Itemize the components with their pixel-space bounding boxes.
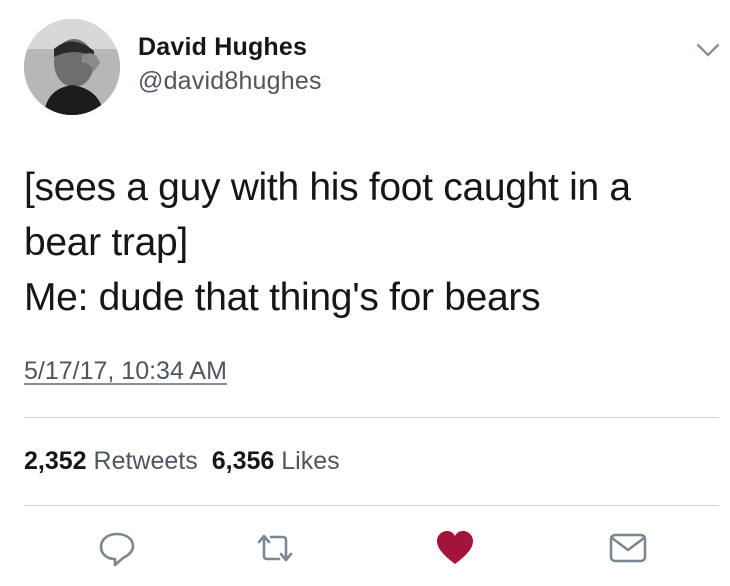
tweet-stats: 2,352 Retweets 6,356 Likes [24, 447, 340, 476]
reply-icon [99, 532, 135, 567]
direct-message-button[interactable] [606, 528, 650, 568]
user-handle[interactable]: @david8hughes [138, 67, 322, 96]
like-button[interactable] [433, 528, 477, 568]
likes-stat[interactable]: 6,356 Likes [212, 447, 340, 475]
avatar-photo [24, 19, 120, 115]
retweets-count: 2,352 [24, 447, 87, 475]
divider [24, 417, 719, 418]
tweet-timestamp[interactable]: 5/17/17, 10:34 AM [24, 357, 227, 386]
tweet-text: [sees a guy with his foot caught in a be… [24, 160, 704, 325]
avatar[interactable] [24, 19, 120, 115]
likes-count: 6,356 [211, 447, 275, 475]
reply-button[interactable] [95, 528, 139, 568]
chevron-down-icon[interactable] [695, 40, 721, 60]
likes-label: Likes [281, 447, 340, 475]
retweet-icon [257, 534, 293, 562]
divider [24, 505, 719, 506]
retweet-button[interactable] [253, 528, 297, 568]
tweet-card: David Hughes @david8hughes [sees a guy w… [0, 0, 730, 586]
heart-icon [437, 531, 473, 564]
retweets-stat[interactable]: 2,352 Retweets [24, 447, 198, 475]
envelope-icon [609, 533, 647, 563]
retweets-label: Retweets [93, 447, 198, 475]
tweet-text-line2: Me: dude that thing's for bears [24, 276, 541, 319]
display-name[interactable]: David Hughes [138, 33, 307, 62]
tweet-text-line1: [sees a guy with his foot caught in a be… [24, 166, 631, 264]
